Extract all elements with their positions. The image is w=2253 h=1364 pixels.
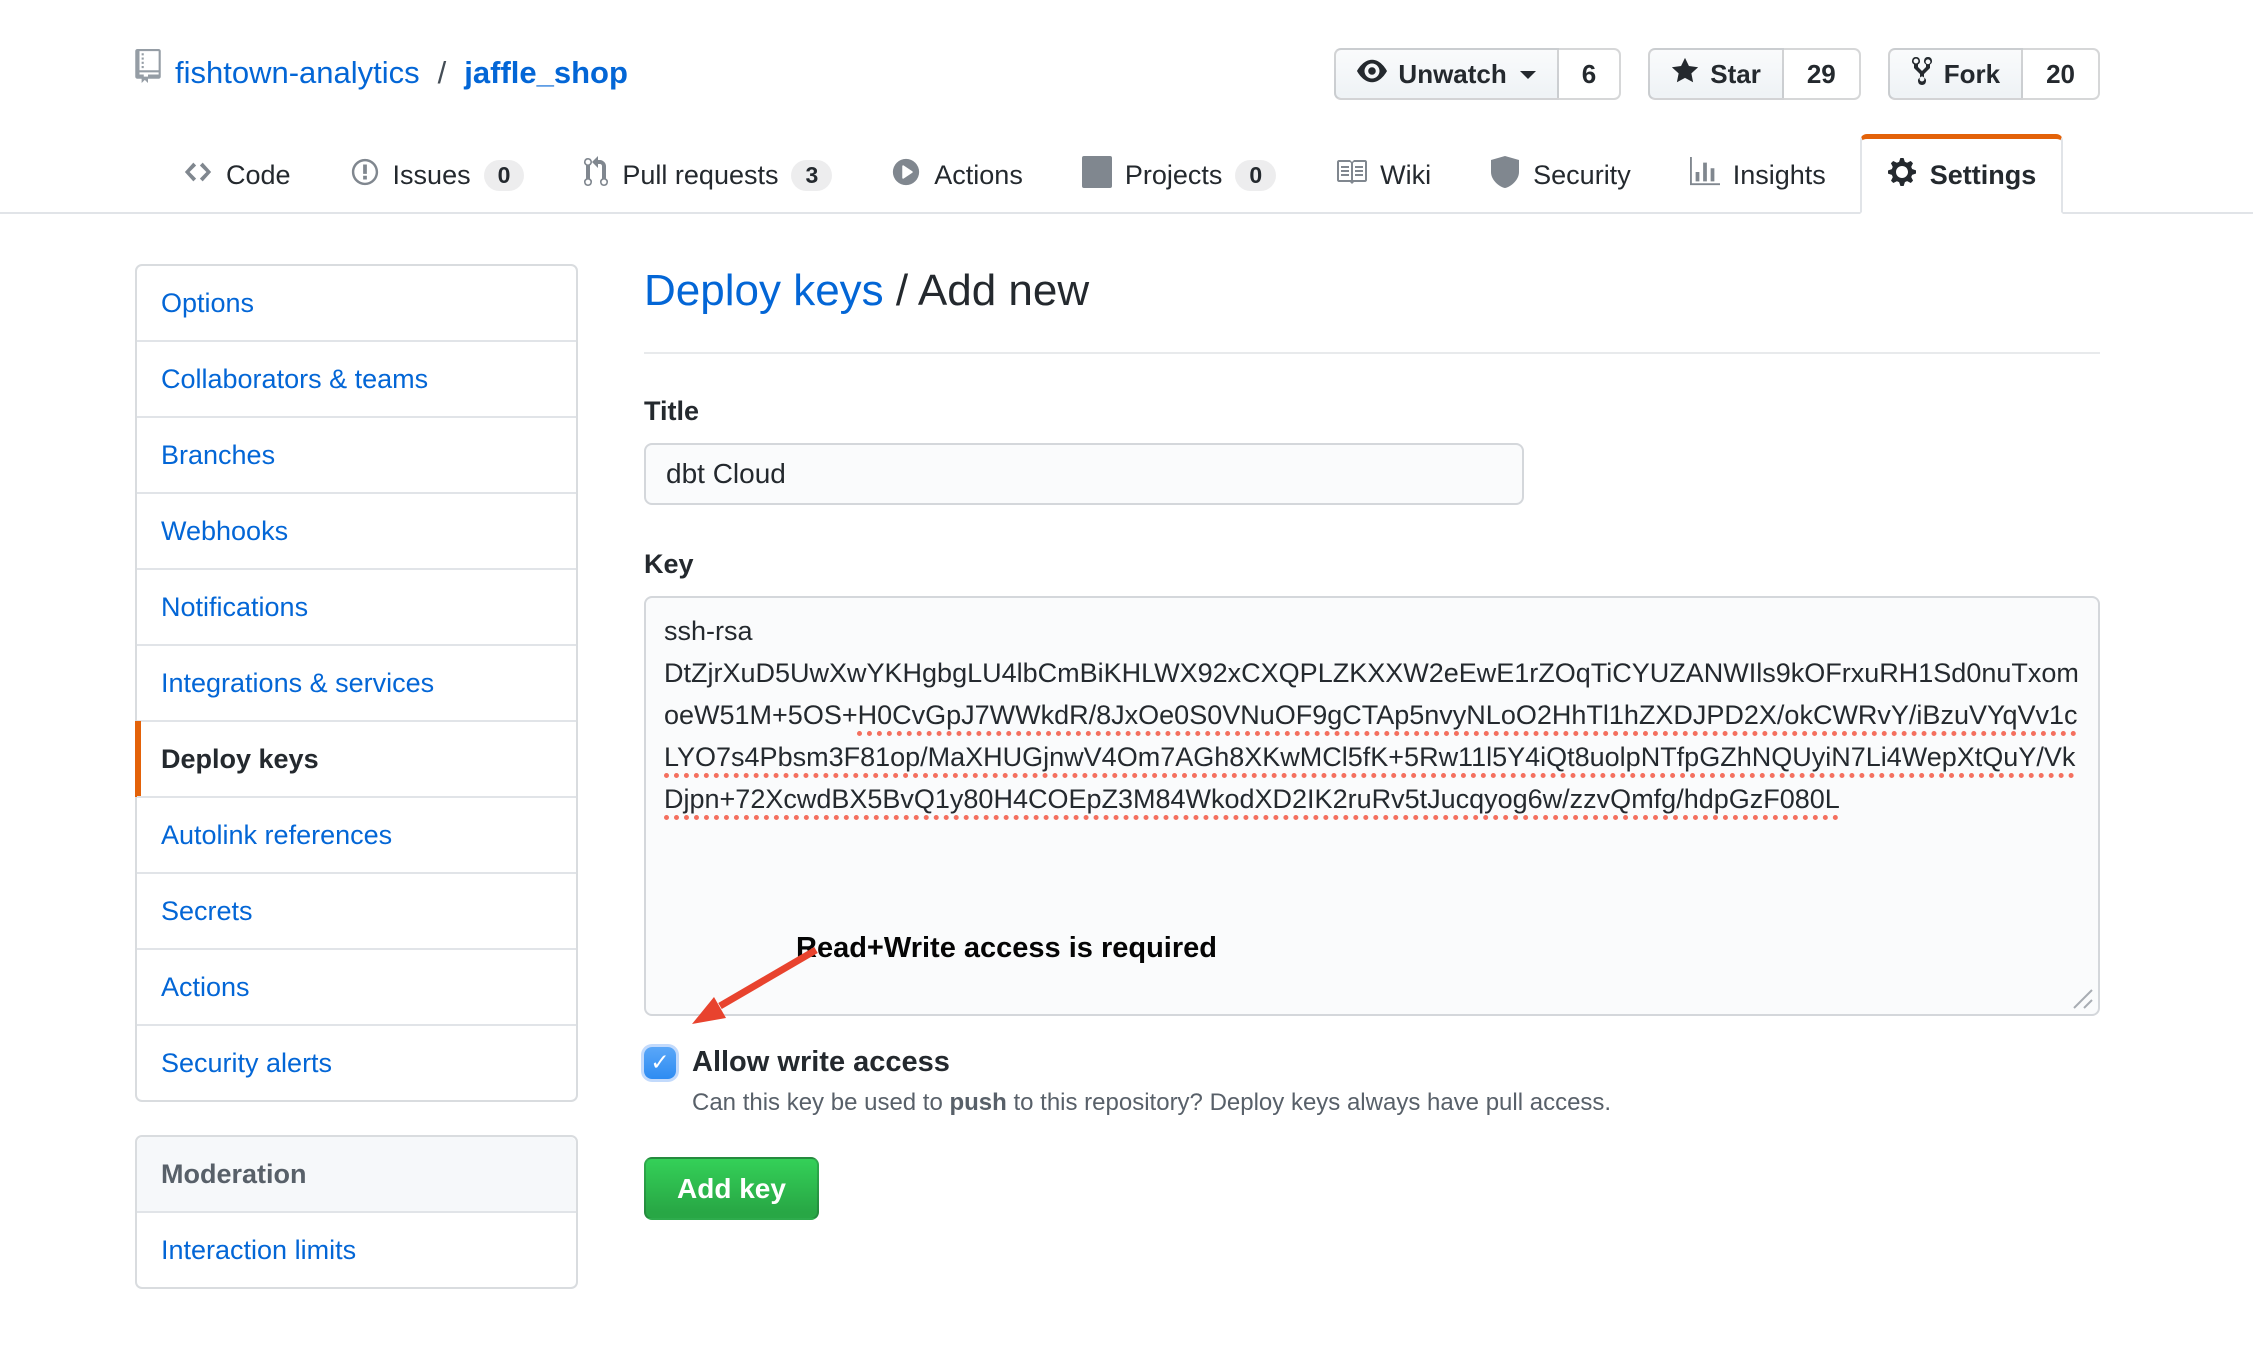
key-field-label: Key — [644, 549, 2100, 580]
moderation-header: Moderation — [137, 1137, 576, 1213]
star-label: Star — [1710, 59, 1761, 90]
sidebar-item-actions[interactable]: Actions — [137, 948, 576, 1024]
breadcrumb-current: Add new — [918, 266, 1089, 315]
eye-icon — [1357, 56, 1387, 93]
project-icon — [1082, 156, 1112, 195]
deploy-keys-breadcrumb-link[interactable]: Deploy keys — [644, 266, 884, 315]
fork-label: Fork — [1944, 59, 2000, 90]
tab-projects-label: Projects — [1125, 160, 1223, 191]
fork-icon — [1911, 55, 1933, 94]
repo-separator: / — [438, 48, 447, 98]
sidebar-item-secrets[interactable]: Secrets — [137, 872, 576, 948]
tab-insights-label: Insights — [1733, 160, 1826, 191]
unwatch-button[interactable]: Unwatch — [1334, 48, 1558, 100]
stars-count[interactable]: 29 — [1784, 48, 1861, 100]
tab-settings-label: Settings — [1930, 160, 2037, 191]
moderation-menu: Moderation Interaction limits — [135, 1135, 578, 1289]
tab-pull-requests-label: Pull requests — [622, 160, 778, 191]
page-title: Deploy keys / Add new — [644, 264, 2100, 354]
unwatch-label: Unwatch — [1398, 59, 1506, 90]
repo-actions: Unwatch 6 Star 29 Fork 20 — [1334, 48, 2100, 100]
pull-requests-count-badge: 3 — [791, 160, 832, 191]
key-textarea[interactable]: ssh-rsa DtZjrXuD5UwXwYKHgbgLU4lbCmBiKHLW… — [644, 596, 2100, 1016]
book-icon — [1335, 156, 1367, 195]
tab-code[interactable]: Code — [158, 134, 316, 214]
sidebar-item-autolink-references[interactable]: Autolink references — [137, 796, 576, 872]
play-icon — [891, 157, 921, 194]
sidebar-item-integrations-services[interactable]: Integrations & services — [137, 644, 576, 720]
repo-nav: Code Issues 0 Pull requests 3 Actions Pr… — [0, 134, 2253, 214]
sidebar-item-security-alerts[interactable]: Security alerts — [137, 1024, 576, 1100]
repo-header: fishtown-analytics / jaffle_shop Unwatch… — [0, 0, 2253, 100]
breadcrumb-separator: / — [884, 266, 918, 315]
sidebar-item-branches[interactable]: Branches — [137, 416, 576, 492]
tab-issues-label: Issues — [393, 160, 471, 191]
sidebar-item-notifications[interactable]: Notifications — [137, 568, 576, 644]
tab-code-label: Code — [226, 160, 291, 191]
add-key-button[interactable]: Add key — [644, 1157, 819, 1220]
watch-button-group: Unwatch 6 — [1334, 48, 1621, 100]
add-deploy-key-form: Title Key ssh-rsa DtZjrXuD5UwXwYKHgbgLU4… — [644, 396, 2100, 1220]
sidebar-item-interaction-limits[interactable]: Interaction limits — [137, 1213, 576, 1287]
code-icon — [183, 157, 213, 194]
issues-count-badge: 0 — [484, 160, 525, 191]
tab-issues[interactable]: Issues 0 — [325, 134, 550, 214]
graph-icon — [1690, 157, 1720, 194]
repo-icon — [135, 48, 161, 98]
textarea-resize-handle[interactable] — [2070, 986, 2094, 1010]
star-icon — [1671, 56, 1699, 93]
title-field-label: Title — [644, 396, 2100, 427]
sidebar-item-webhooks[interactable]: Webhooks — [137, 492, 576, 568]
star-button-group: Star 29 — [1648, 48, 1861, 100]
sidebar-item-options[interactable]: Options — [137, 266, 576, 340]
tab-settings[interactable]: Settings — [1860, 134, 2064, 214]
key-text-misspelled: H0CvGpJ7WWkdR/8JxOe0S0VNuOF9gCTAp5nvyNLo… — [664, 700, 2078, 814]
main-content: Deploy keys / Add new Title Key ssh-rsa … — [644, 264, 2100, 1220]
tab-insights[interactable]: Insights — [1665, 134, 1851, 214]
repo-title: fishtown-analytics / jaffle_shop — [135, 48, 628, 98]
tab-projects[interactable]: Projects 0 — [1057, 134, 1301, 214]
allow-write-access-label[interactable]: Allow write access — [692, 1046, 950, 1079]
fork-button-group: Fork 20 — [1888, 48, 2100, 100]
caret-down-icon — [1520, 71, 1536, 87]
repo-name-link[interactable]: jaffle_shop — [464, 48, 628, 98]
tab-wiki[interactable]: Wiki — [1310, 134, 1456, 214]
shield-icon — [1490, 156, 1520, 195]
tab-pull-requests[interactable]: Pull requests 3 — [558, 134, 857, 214]
repo-owner-link[interactable]: fishtown-analytics — [175, 48, 420, 98]
forks-count[interactable]: 20 — [2023, 48, 2100, 100]
allow-write-access-checkbox[interactable] — [644, 1047, 676, 1079]
fork-button[interactable]: Fork — [1888, 48, 2023, 100]
watchers-count[interactable]: 6 — [1559, 48, 1621, 100]
gear-icon — [1887, 156, 1917, 195]
issue-opened-icon — [350, 157, 380, 194]
sidebar-item-collaborators-teams[interactable]: Collaborators & teams — [137, 340, 576, 416]
settings-sidebar: Options Collaborators & teams Branches W… — [135, 264, 578, 1289]
tab-wiki-label: Wiki — [1380, 160, 1431, 191]
sidebar-item-deploy-keys[interactable]: Deploy keys — [137, 720, 576, 796]
settings-menu: Options Collaborators & teams Branches W… — [135, 264, 578, 1102]
star-button[interactable]: Star — [1648, 48, 1784, 100]
pull-request-icon — [583, 156, 609, 195]
tab-actions[interactable]: Actions — [866, 134, 1048, 214]
tab-security-label: Security — [1533, 160, 1631, 191]
tab-actions-label: Actions — [934, 160, 1023, 191]
allow-write-access-description: Can this key be used to push to this rep… — [692, 1089, 2100, 1117]
tab-security[interactable]: Security — [1465, 134, 1656, 214]
title-input[interactable] — [644, 443, 1524, 505]
projects-count-badge: 0 — [1235, 160, 1276, 191]
